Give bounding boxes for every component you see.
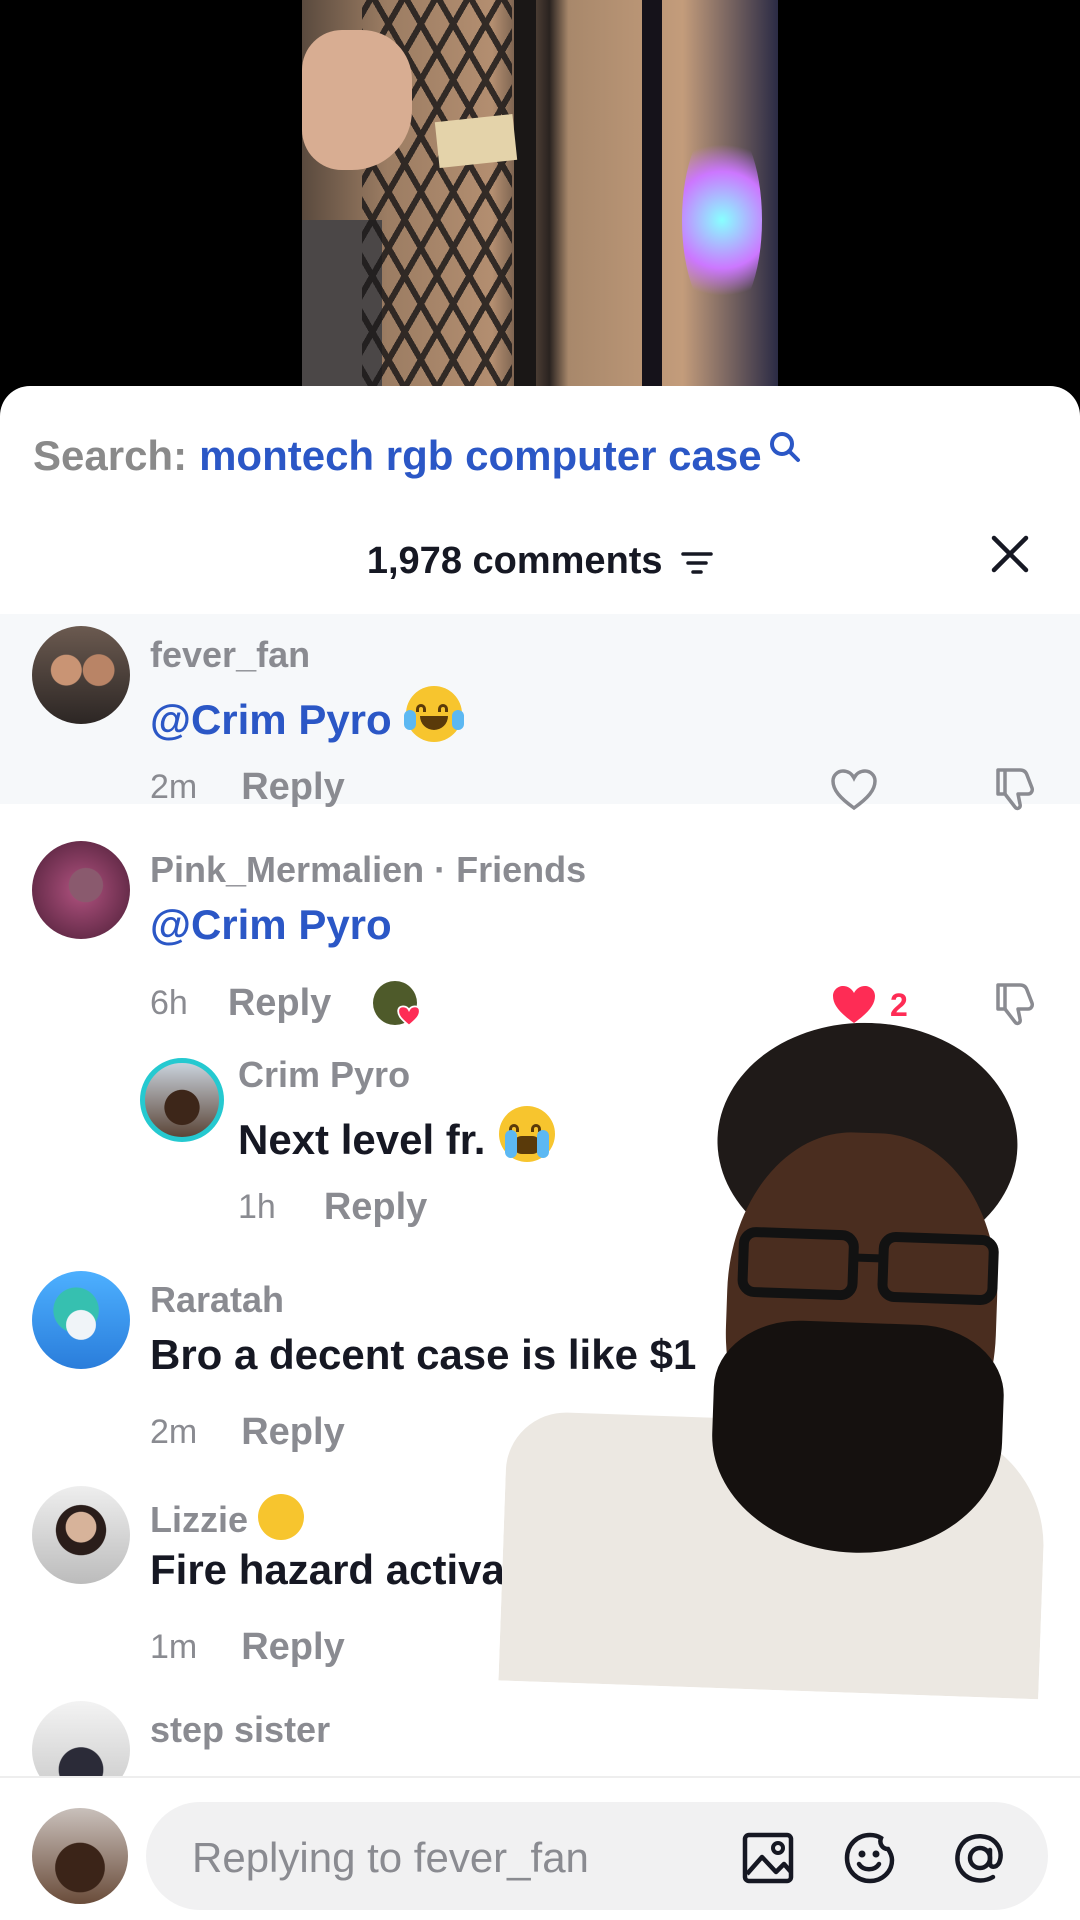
- video-hand: [302, 30, 412, 170]
- comment-item: step sister: [0, 1701, 1080, 1799]
- reply-input[interactable]: Replying to fever_fan: [146, 1802, 1048, 1910]
- heart-icon: [397, 1005, 422, 1027]
- search-label: Search:: [33, 432, 188, 479]
- reply-button[interactable]: Reply: [241, 1626, 344, 1669]
- search-suggestion[interactable]: Search: montech rgb computer case: [33, 426, 802, 486]
- image-icon[interactable]: [740, 1830, 796, 1886]
- comment-username[interactable]: Lizzie: [150, 1494, 305, 1541]
- like-count: 2: [890, 987, 908, 1023]
- comment-time: 2m: [150, 1413, 198, 1451]
- sort-icon[interactable]: [681, 550, 713, 576]
- avatar[interactable]: [32, 841, 130, 939]
- comment-username-text: Lizzie: [150, 1499, 249, 1540]
- video-case-rail: [642, 0, 662, 420]
- video-frame: [302, 0, 778, 420]
- dislike-icon[interactable]: [990, 979, 1038, 1027]
- emoji-icon[interactable]: [842, 1830, 898, 1886]
- comment-time: 6h: [150, 983, 188, 1022]
- comment-meta: 1h Reply: [238, 1186, 427, 1229]
- search-icon[interactable]: [768, 430, 802, 464]
- comment-time: 2m: [150, 768, 198, 806]
- reply-placeholder: Replying to fever_fan: [192, 1834, 589, 1881]
- comment-text: Next level fr.: [238, 1106, 556, 1164]
- creator-overlay: [498, 1011, 1061, 1700]
- comment-count-label: 1,978 comments: [366, 540, 663, 582]
- avatar[interactable]: [32, 626, 130, 724]
- heart-icon[interactable]: [830, 983, 878, 1027]
- comment-text: @Crim Pyro: [150, 901, 392, 949]
- search-term[interactable]: montech rgb computer case: [199, 432, 761, 480]
- laughing-emoji-icon: [403, 686, 464, 742]
- comment-time: 1h: [238, 1188, 276, 1226]
- heart-icon[interactable]: [830, 768, 878, 812]
- smirk-emoji-icon: [258, 1494, 305, 1540]
- comment-count: 1,978 comments: [0, 540, 1080, 583]
- comment-username[interactable]: Crim Pyro: [238, 1054, 410, 1096]
- dislike-icon[interactable]: [990, 764, 1038, 812]
- reply-button[interactable]: Reply: [241, 766, 344, 809]
- comment-username[interactable]: fever_fan: [150, 634, 310, 676]
- video-tape: [434, 114, 518, 168]
- my-avatar: [32, 1808, 128, 1904]
- comment-item: Pink_Mermalien · Friends @Crim Pyro 6h R…: [0, 841, 1080, 1027]
- creator-liked-badge: [373, 981, 422, 1027]
- video-player[interactable]: [0, 0, 1080, 420]
- video-case-rail: [514, 0, 536, 420]
- comment-username[interactable]: step sister: [150, 1709, 330, 1751]
- reply-button[interactable]: Reply: [324, 1186, 427, 1229]
- comment-meta: 6h Reply: [150, 981, 422, 1027]
- comment-mention[interactable]: @Crim Pyro: [150, 696, 392, 743]
- reply-button[interactable]: Reply: [228, 982, 331, 1025]
- reply-button[interactable]: Reply: [241, 1411, 344, 1454]
- comment-username[interactable]: Pink_Mermalien · Friends: [150, 849, 586, 891]
- comment-time: 1m: [150, 1628, 198, 1666]
- comment-mention[interactable]: @Crim Pyro: [150, 901, 392, 948]
- reply-bar: Replying to fever_fan: [0, 1776, 1080, 1920]
- comment-meta: 2m Reply: [150, 1411, 345, 1454]
- close-icon[interactable]: [990, 534, 1030, 574]
- comment-text-content: Next level fr.: [238, 1116, 486, 1163]
- glasses-icon: [737, 1227, 999, 1305]
- comment-item: fever_fan @Crim Pyro 2m Reply: [0, 626, 1080, 811]
- comment-meta: 2m Reply: [150, 766, 345, 809]
- comments-header: 1,978 comments: [0, 526, 1080, 600]
- avatar[interactable]: [32, 1271, 130, 1369]
- comment-meta: 1m Reply: [150, 1626, 345, 1669]
- comment-text: Fire hazard activa: [150, 1546, 505, 1593]
- comment-username[interactable]: Raratah: [150, 1279, 284, 1321]
- avatar[interactable]: [140, 1058, 224, 1142]
- video-rgb-fan: [682, 120, 762, 320]
- at-icon[interactable]: [952, 1830, 1008, 1886]
- comment-text: @Crim Pyro: [150, 686, 464, 744]
- avatar[interactable]: [32, 1486, 130, 1584]
